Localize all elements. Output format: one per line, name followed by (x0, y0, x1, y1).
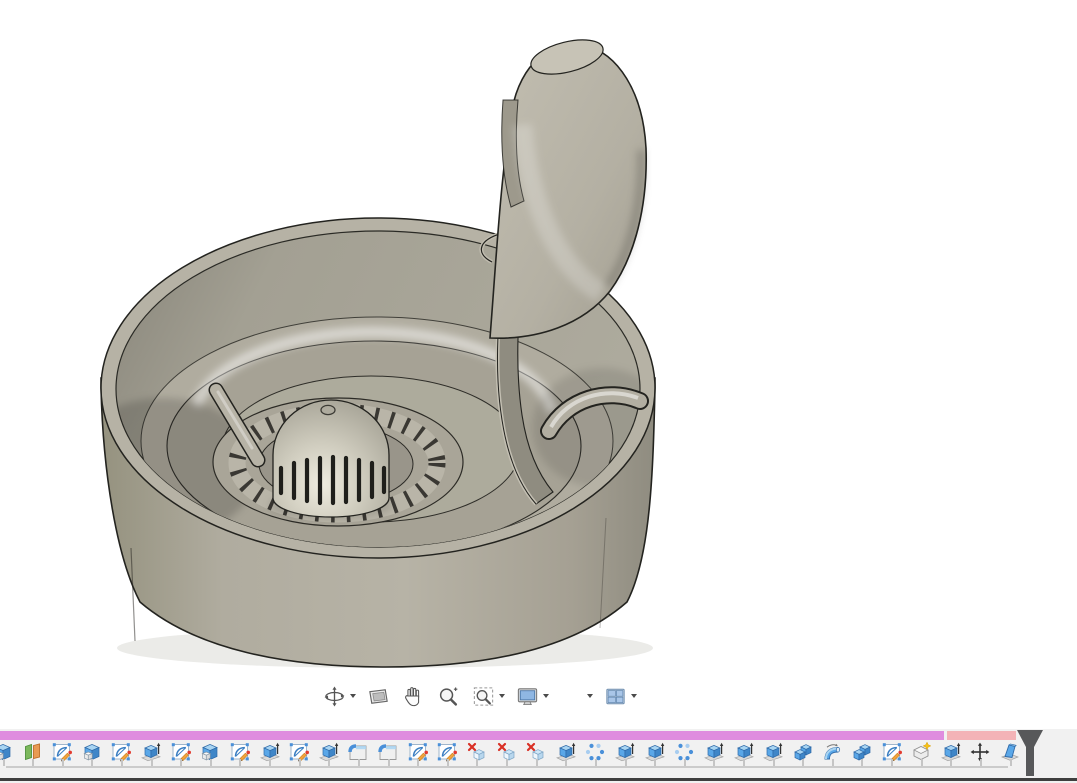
dome-top-hole (321, 405, 335, 414)
display-settings-icon (515, 684, 540, 709)
orbit-dropdown-arrow[interactable] (350, 694, 356, 698)
timeline-tick (536, 759, 538, 766)
timeline-tick (180, 759, 182, 766)
timeline-tick (654, 759, 656, 766)
display-settings-button[interactable] (513, 683, 551, 710)
view-navbar (320, 682, 639, 710)
reamer-dome[interactable] (269, 400, 393, 519)
orbit-button[interactable] (320, 683, 358, 710)
timeline-tick (447, 759, 449, 766)
timeline-tick (32, 759, 34, 766)
timeline-tick (417, 759, 419, 766)
model-canvas[interactable] (0, 0, 1077, 729)
grid-and-snaps-button[interactable] (557, 683, 595, 710)
timeline-tick (891, 759, 893, 766)
timeline-tick (684, 759, 686, 766)
timeline-tick (388, 759, 390, 766)
zoom-button[interactable] (434, 683, 463, 710)
pan-hand-icon (401, 684, 426, 709)
timeline-tick (121, 759, 123, 766)
orbit-icon (322, 684, 347, 709)
viewports-button[interactable] (601, 683, 639, 710)
fit-button[interactable] (469, 683, 507, 710)
timeline-tick (773, 759, 775, 766)
timeline-tick (713, 759, 715, 766)
timeline-ruler-line (6, 766, 1008, 768)
timeline-tick (1010, 759, 1012, 766)
fit-to-view-icon (471, 684, 496, 709)
fit-dropdown-arrow[interactable] (499, 694, 505, 698)
timeline-tick (328, 759, 330, 766)
timeline-tick (950, 759, 952, 766)
timeline-tick (3, 759, 5, 766)
handle-blade[interactable] (490, 33, 646, 338)
timeline-bottom-border (0, 778, 1077, 781)
viewports-dropdown-arrow[interactable] (631, 694, 637, 698)
timeline-tick (921, 759, 923, 766)
timeline-feature-row (0, 741, 1077, 763)
viewports-icon (603, 684, 628, 709)
timeline-tick (299, 759, 301, 766)
grid-icon (559, 684, 584, 709)
grid-and-snaps-dropdown-arrow[interactable] (587, 694, 593, 698)
timeline-tick (980, 759, 982, 766)
timeline-tick (743, 759, 745, 766)
timeline-tick (358, 759, 360, 766)
timeline-panel (0, 729, 1077, 783)
zoom-magnifier-icon (436, 684, 461, 709)
timeline-tick (239, 759, 241, 766)
pan-button[interactable] (399, 683, 428, 710)
timeline-tick (861, 759, 863, 766)
timeline-group-1-bar[interactable] (0, 731, 944, 740)
timeline-tick (151, 759, 153, 766)
timeline-tick (802, 759, 804, 766)
timeline-tick (210, 759, 212, 766)
timeline-tick (62, 759, 64, 766)
timeline-tick (832, 759, 834, 766)
timeline-playhead[interactable] (1016, 730, 1044, 777)
3d-model[interactable] (0, 0, 1077, 729)
timeline-tick (476, 759, 478, 766)
timeline-tick (269, 759, 271, 766)
timeline-tick (595, 759, 597, 766)
timeline-tick (506, 759, 508, 766)
timeline-group-2-bar[interactable] (947, 731, 1016, 740)
timeline-tick (565, 759, 567, 766)
look-at-button[interactable] (364, 683, 393, 710)
timeline-tick (625, 759, 627, 766)
display-settings-dropdown-arrow[interactable] (543, 694, 549, 698)
timeline-tick (91, 759, 93, 766)
look-at-icon (366, 684, 391, 709)
